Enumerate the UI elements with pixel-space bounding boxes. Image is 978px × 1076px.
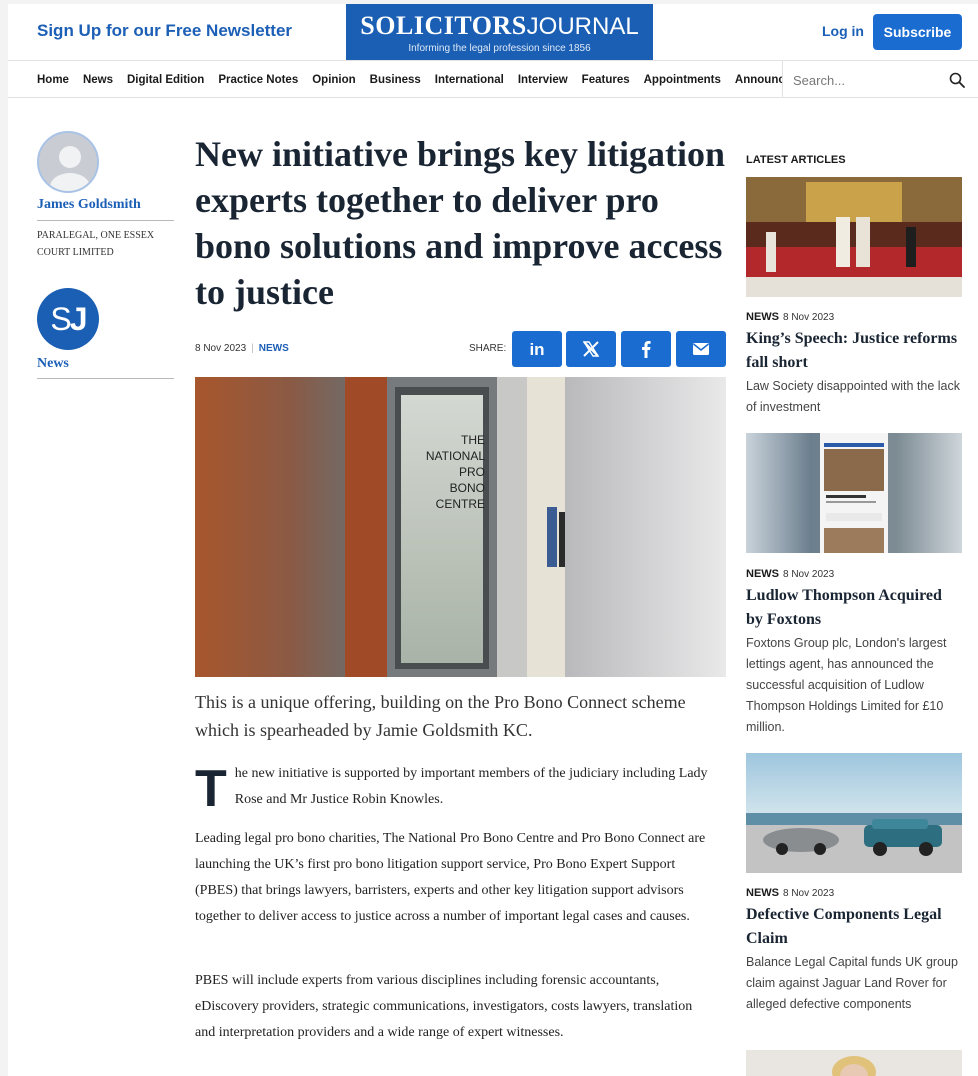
nav-item-opinion[interactable]: Opinion bbox=[312, 74, 355, 86]
article-meta-3: NEWS 8 Nov 2023 bbox=[746, 887, 835, 899]
article-date: 8 Nov 2023 bbox=[195, 343, 247, 354]
nav-item-news[interactable]: News bbox=[83, 74, 113, 86]
top-bar: Sign Up for our Free Newsletter SOLICITO… bbox=[8, 4, 978, 61]
facebook-icon bbox=[642, 341, 651, 358]
thumb-foxtons bbox=[746, 433, 962, 553]
article-thumb-3[interactable] bbox=[746, 753, 962, 873]
author-avatar[interactable] bbox=[37, 131, 99, 193]
login-link[interactable]: Log in bbox=[822, 23, 864, 39]
article-title-2[interactable]: Ludlow Thompson Acquired by Foxtons bbox=[746, 584, 962, 632]
nav-item-interview[interactable]: Interview bbox=[518, 74, 568, 86]
page: Sign Up for our Free Newsletter SOLICITO… bbox=[8, 4, 978, 1076]
category-divider bbox=[37, 378, 174, 379]
subscribe-button[interactable]: Subscribe bbox=[873, 14, 962, 50]
hero-image: THE NATIONAL PRO BONO CENTRE bbox=[195, 377, 726, 677]
article-title-3[interactable]: Defective Components Legal Claim bbox=[746, 903, 962, 951]
site-logo[interactable]: SOLICITORSJOURNAL Informing the legal pr… bbox=[346, 4, 653, 60]
article-thumb-4[interactable] bbox=[746, 1050, 962, 1076]
logo-tagline: Informing the legal profession since 185… bbox=[408, 43, 591, 54]
nav-item-home[interactable]: Home bbox=[37, 74, 69, 86]
article-meta-2: NEWS 8 Nov 2023 bbox=[746, 568, 835, 580]
search-input[interactable] bbox=[793, 70, 943, 90]
email-icon bbox=[693, 343, 709, 355]
author-divider bbox=[37, 220, 174, 221]
article-summary-2: Foxtons Group plc, London's largest lett… bbox=[746, 636, 947, 734]
share-facebook-button[interactable] bbox=[621, 331, 671, 367]
thumb-portrait bbox=[746, 1050, 962, 1076]
nav-item-business[interactable]: Business bbox=[370, 74, 421, 86]
hero-illustration bbox=[195, 377, 726, 677]
article-para-2: Leading legal pro bono charities, The Na… bbox=[195, 831, 706, 924]
search-box bbox=[782, 61, 978, 98]
nav-item-announcements[interactable]: Announcements bbox=[735, 74, 782, 86]
category-badge[interactable]: SJ bbox=[37, 288, 99, 350]
share-x-button[interactable] bbox=[566, 331, 616, 367]
hero-sign-text: THE NATIONAL PRO BONO CENTRE bbox=[425, 433, 485, 511]
drop-cap: T bbox=[195, 760, 227, 818]
nav-item-international[interactable]: International bbox=[435, 74, 504, 86]
badge-s: S bbox=[50, 301, 71, 337]
search-icon[interactable] bbox=[949, 72, 965, 88]
author-name[interactable]: James Goldsmith bbox=[37, 197, 141, 213]
nav-items: Home News Digital Edition Practice Notes… bbox=[37, 61, 782, 98]
article-meta-1: NEWS 8 Nov 2023 bbox=[746, 311, 835, 323]
x-icon bbox=[582, 341, 600, 357]
article-standfirst: This is a unique offering, building on t… bbox=[195, 692, 686, 740]
svg-text:in: in bbox=[529, 340, 544, 359]
share-label: SHARE: bbox=[469, 343, 507, 354]
article-summary-1: Law Society disappointed with the lack o… bbox=[746, 379, 961, 414]
newsletter-link[interactable]: Sign Up for our Free Newsletter bbox=[37, 21, 292, 41]
badge-j: J bbox=[69, 301, 88, 337]
main-nav: Home News Digital Edition Practice Notes… bbox=[8, 61, 978, 98]
nav-item-features[interactable]: Features bbox=[582, 74, 630, 86]
thumb-kings-speech bbox=[746, 177, 962, 297]
article-meta: 8 Nov 2023 | NEWS bbox=[195, 343, 289, 354]
category-link[interactable]: News bbox=[37, 356, 69, 372]
logo-light: JOURNAL bbox=[526, 13, 639, 40]
article-summary-3: Balance Legal Capital funds UK group cla… bbox=[746, 955, 958, 1011]
latest-articles-title: LATEST ARTICLES bbox=[746, 154, 846, 166]
article-para-1: The new initiative is supported by impor… bbox=[195, 760, 715, 818]
user-icon bbox=[50, 146, 90, 191]
article-title-1[interactable]: King’s Speech: Justice reforms fall shor… bbox=[746, 327, 962, 375]
article-headline: New initiative brings key litigation exp… bbox=[195, 134, 725, 312]
article-thumb-2[interactable] bbox=[746, 433, 962, 553]
article-para-3: PBES will include experts from various d… bbox=[195, 973, 693, 1040]
article-category[interactable]: NEWS bbox=[259, 343, 289, 354]
linkedin-icon: in bbox=[529, 340, 544, 359]
nav-item-practice-notes[interactable]: Practice Notes bbox=[218, 74, 298, 86]
para-1-text: he new initiative is supported by import… bbox=[234, 766, 708, 807]
thumb-jaguar-land-rover bbox=[746, 753, 962, 873]
author-role: Paralegal, ONE ESSEX COURT LIMITED bbox=[37, 230, 155, 258]
nav-item-digital-edition[interactable]: Digital Edition bbox=[127, 74, 204, 86]
nav-item-appointments[interactable]: Appointments bbox=[644, 74, 721, 86]
article-thumb-1[interactable] bbox=[746, 177, 962, 297]
logo-bold: SOLICITORS bbox=[360, 11, 527, 40]
share-email-button[interactable] bbox=[676, 331, 726, 367]
share-linkedin-button[interactable]: in bbox=[512, 331, 562, 367]
